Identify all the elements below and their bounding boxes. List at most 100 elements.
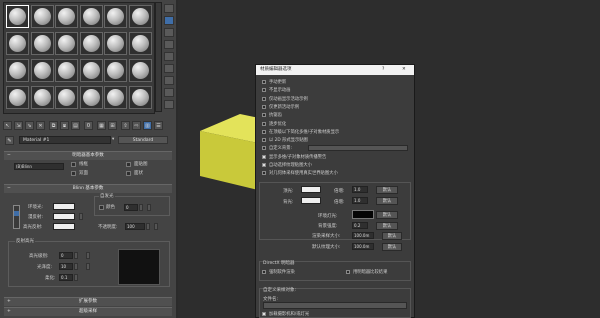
option-row[interactable]: 仅动画显示活动示例 (262, 96, 308, 102)
sample-slot[interactable] (30, 59, 54, 82)
ambient-light-swatch[interactable] (352, 210, 374, 219)
backlight-icon[interactable] (164, 16, 174, 25)
dialog-titlebar[interactable]: 材质编辑器选项 ? ✕ (256, 65, 414, 75)
render-sample-size-default-button[interactable]: 默认 (382, 232, 402, 240)
supersampling-rollout-header[interactable]: + 超级采样 (4, 307, 172, 316)
load-camera-lights-option[interactable]: 加载摄影机和/或灯光 (262, 311, 309, 317)
assign-to-selection-icon[interactable]: ⇘ (25, 121, 34, 130)
material-map-navigator-icon[interactable] (164, 100, 174, 109)
go-to-parent-icon[interactable]: ⇧ (121, 121, 130, 130)
opacity-value[interactable]: 100 (125, 223, 145, 230)
checkbox[interactable] (262, 138, 266, 143)
show-map-in-viewport-icon[interactable]: ▥ (143, 121, 152, 130)
checkbox[interactable] (262, 129, 266, 134)
eyedropper-icon[interactable]: ✎ (5, 136, 14, 145)
go-forward-sibling-icon[interactable]: ⇨ (132, 121, 141, 130)
sample-slot[interactable] (128, 86, 152, 109)
select-by-material-icon[interactable] (164, 88, 174, 97)
option-row[interactable]: 自动选择纹理贴图大小 (262, 162, 312, 168)
checkbox[interactable] (262, 113, 266, 118)
options-icon[interactable] (164, 76, 174, 85)
lock-icon[interactable] (14, 211, 19, 216)
spec-level-spinner[interactable] (74, 252, 78, 259)
top-light-mult-value[interactable]: 1.0 (352, 186, 368, 193)
checkbox[interactable] (262, 154, 266, 159)
checkbox[interactable] (262, 80, 266, 84)
bg-intensity-default-button[interactable]: 默认 (376, 222, 398, 230)
spec-level-map-button[interactable] (86, 252, 90, 259)
back-light-default-button[interactable]: 默认 (376, 197, 398, 205)
shader-rollout-header[interactable]: − 明暗器基本参数 (4, 151, 172, 160)
sample-slot[interactable] (79, 32, 103, 55)
extended-params-rollout-header[interactable]: + 扩展参数 (4, 297, 172, 306)
two-sided-checkbox[interactable] (126, 162, 131, 167)
name-dropdown-arrow-icon[interactable]: ▾ (112, 137, 114, 142)
sample-slot[interactable] (6, 5, 29, 28)
glossiness-value[interactable]: 10 (59, 263, 73, 270)
put-to-library-icon[interactable]: ▤ (71, 121, 80, 130)
ambient-color-swatch[interactable] (53, 203, 75, 210)
sample-slot[interactable] (55, 32, 78, 55)
soften-value[interactable]: 0.1 (59, 274, 73, 281)
file-name-button[interactable] (263, 302, 407, 309)
spec-level-value[interactable]: 0 (59, 252, 73, 259)
lock-bracket[interactable] (13, 205, 20, 229)
sample-slot[interactable] (128, 59, 152, 82)
checkbox[interactable] (262, 163, 266, 167)
sample-slot[interactable] (55, 59, 78, 82)
glossiness-spinner[interactable] (74, 263, 78, 270)
diffuse-color-swatch[interactable] (53, 213, 75, 220)
self-illum-color-checkbox[interactable] (99, 205, 104, 210)
checkbox[interactable] (262, 312, 266, 316)
sample-slot[interactable] (30, 32, 54, 55)
force-software-render-option[interactable]: 强制软件渲染 (262, 269, 295, 275)
sample-slot[interactable] (6, 59, 29, 82)
material-navigator-icon[interactable]: ☰ (154, 121, 163, 130)
compare-results-option[interactable]: 用明暗器比较结果 (346, 269, 387, 275)
shader-type-select[interactable]: (B)Blinn (14, 163, 64, 170)
sample-slot[interactable] (79, 5, 103, 28)
checkbox[interactable] (262, 96, 266, 101)
self-illum-spinner[interactable] (139, 204, 143, 211)
specular-color-swatch[interactable] (53, 223, 75, 230)
self-illum-map-button[interactable] (147, 204, 151, 211)
sample-uv-tiling-icon[interactable] (164, 40, 174, 49)
sample-type-icon[interactable] (164, 4, 174, 13)
custom-background-button[interactable] (308, 145, 408, 151)
sample-slot[interactable] (128, 32, 152, 55)
option-row[interactable]: 仅更新活动示例 (262, 104, 299, 110)
option-row[interactable]: 以 2D 形式显示贴图 (262, 137, 308, 143)
sample-slot[interactable] (30, 5, 54, 28)
checkbox[interactable] (262, 88, 266, 93)
option-row[interactable]: 在顶级以下简化多维/子对象材质显示 (262, 129, 339, 135)
soften-spinner[interactable] (74, 274, 78, 281)
diffuse-map-button[interactable] (79, 213, 83, 220)
opacity-spinner[interactable] (146, 223, 150, 230)
background-icon[interactable] (164, 28, 174, 37)
sample-slot[interactable] (6, 86, 29, 109)
self-illum-value[interactable]: 0 (124, 204, 138, 211)
bg-intensity-value[interactable]: 0.2 (352, 222, 368, 229)
checkbox[interactable] (262, 104, 266, 109)
default-texture-size-value[interactable]: 100.0m (352, 243, 374, 250)
sample-slots-scrollbar[interactable] (155, 2, 162, 112)
checkbox[interactable] (262, 171, 266, 176)
faceted-checkbox[interactable] (126, 171, 131, 176)
sample-slot[interactable] (104, 32, 127, 55)
make-unique-icon[interactable]: ⧈ (60, 121, 69, 130)
render-sample-size-value[interactable]: 100.0m (352, 232, 374, 239)
option-row[interactable]: 手动更新 (262, 79, 286, 85)
option-row[interactable]: 显示多维/子对象材质传播警告 (262, 154, 326, 160)
sample-slot[interactable] (128, 5, 152, 28)
material-id-channel-icon[interactable]: 0 (84, 121, 93, 130)
wire-checkbox[interactable] (71, 162, 76, 167)
ambient-default-button[interactable]: 默认 (376, 211, 398, 219)
back-light-mult-value[interactable]: 1.0 (352, 197, 368, 204)
video-color-check-icon[interactable] (164, 52, 174, 61)
face-map-checkbox[interactable] (71, 171, 76, 176)
back-light-swatch[interactable] (301, 197, 321, 204)
checkbox[interactable] (262, 121, 266, 126)
top-light-default-button[interactable]: 默认 (376, 186, 398, 194)
show-end-result-icon[interactable]: ⊞ (108, 121, 117, 130)
help-button[interactable]: ? (382, 65, 384, 75)
